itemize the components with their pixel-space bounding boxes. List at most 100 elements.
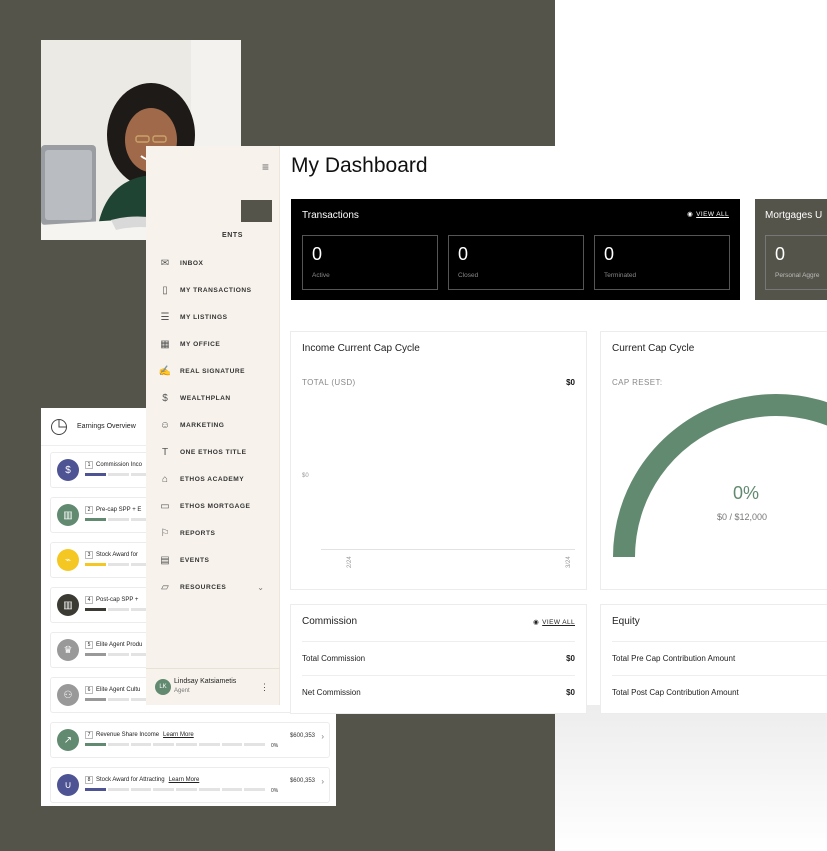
sidebar-item-ethos-mortgage[interactable]: ▭ ETHOS MORTGAGE xyxy=(159,497,279,515)
chevron-right-icon[interactable]: › xyxy=(321,777,324,786)
graduation-cap-icon: ⌂ xyxy=(161,473,169,485)
commission-row: Total Commission $0 xyxy=(302,641,575,675)
row-label: Net Commission xyxy=(302,688,361,697)
progress-bar xyxy=(85,743,265,746)
income-total-value: $0 xyxy=(566,378,575,387)
sidebar-item-wealthplan[interactable]: $ WEALTHPLAN xyxy=(159,389,279,407)
equity-card: Equity Total Pre Cap Contribution Amount… xyxy=(600,604,827,714)
transactions-active-box[interactable]: 0 Active xyxy=(302,235,438,290)
transactions-view-all-link[interactable]: ◉ VIEW ALL xyxy=(687,210,729,218)
mortgages-box[interactable]: 0 Personal Aggre xyxy=(765,235,827,290)
crown-icon: ♛ xyxy=(57,639,79,661)
mortgages-card: Mortgages U 0 Personal Aggre xyxy=(755,199,827,300)
folder-icon: ▱ xyxy=(161,581,169,593)
row-label: Total Post Cap Contribution Amount xyxy=(612,688,739,697)
progress-segment xyxy=(107,653,129,656)
commission-row: Net Commission $0 xyxy=(302,675,575,709)
income-total-label: TOTAL (USD) xyxy=(302,378,356,387)
trend-icon: ↗ xyxy=(57,729,79,751)
chart-icon: ▥ xyxy=(57,594,79,616)
sidebar-item-label: MY LISTINGS xyxy=(180,313,228,321)
mortgages-count: 0 xyxy=(775,244,786,264)
row-number: 3 xyxy=(85,551,93,559)
sidebar-item-events[interactable]: ▤ EVENTS xyxy=(159,551,279,569)
row-title: Revenue Share Income xyxy=(96,732,160,738)
earnings-row-label: 4 Post-cap SPP + xyxy=(85,596,142,604)
gauge-fill xyxy=(613,394,827,558)
progress-segment xyxy=(85,653,106,656)
sidebar-item-partial[interactable]: ENTS xyxy=(222,232,243,239)
sidebar-item-my-office[interactable]: ▦ MY OFFICE xyxy=(159,335,279,353)
sidebar-item-marketing[interactable]: ☺ MARKETING xyxy=(159,416,279,434)
income-title: Income Current Cap Cycle xyxy=(302,343,420,354)
sidebar-item-label: EVENTS xyxy=(180,556,210,564)
progress-segment xyxy=(130,743,152,746)
progress-segment xyxy=(107,698,129,701)
sidebar-item-inbox[interactable]: ✉ INBOX xyxy=(159,254,279,272)
title-icon: T xyxy=(161,446,169,458)
sidebar-item-ethos-academy[interactable]: ⌂ ETHOS ACADEMY xyxy=(159,470,279,488)
row-title: Elite Agent Produ xyxy=(96,642,143,648)
sidebar-item-real-signature[interactable]: ✍ REAL SIGNATURE xyxy=(159,362,279,380)
sidebar-item-my-transactions[interactable]: ▯ MY TRANSACTIONS xyxy=(159,281,279,299)
transactions-terminated-box[interactable]: 0 Terminated xyxy=(594,235,730,290)
earnings-row[interactable]: ↗ 7 Revenue Share Income Learn More 0% $600,3… xyxy=(50,722,330,758)
chevron-down-icon[interactable]: ⌄ xyxy=(257,583,264,592)
mortgages-title: Mortgages U xyxy=(765,210,823,221)
sidebar-item-label: WEALTHPLAN xyxy=(180,394,231,402)
inbox-icon: ✉ xyxy=(160,257,170,269)
terminated-label: Terminated xyxy=(604,272,637,279)
chevron-right-icon[interactable]: › xyxy=(321,732,324,741)
commission-view-all-link[interactable]: ◉ VIEW ALL xyxy=(533,618,575,626)
earnings-row[interactable]: ∪ 8 Stock Award for Attracting Learn More 0%… xyxy=(50,767,330,803)
progress-segment xyxy=(130,788,152,791)
eye-icon: ◉ xyxy=(687,211,694,218)
sidebar-item-reports[interactable]: ⚐ REPORTS xyxy=(159,524,279,542)
earnings-overview-title: Earnings Overview xyxy=(77,423,136,430)
active-label: Active xyxy=(312,272,330,279)
more-options-icon[interactable]: ⋮ xyxy=(260,682,269,693)
sidebar-item-label: ONE ETHOS TITLE xyxy=(180,448,247,456)
active-count: 0 xyxy=(312,244,323,264)
chart-icon: ▥ xyxy=(57,504,79,526)
learn-more-link[interactable]: Learn More xyxy=(169,777,200,783)
progress-segment xyxy=(176,788,197,791)
progress-segment xyxy=(85,473,106,476)
clipboard-icon: ▯ xyxy=(162,284,168,296)
sidebar-item-resources[interactable]: ▱ RESOURCES ⌄ xyxy=(159,578,279,596)
row-title: Stock Award for xyxy=(96,552,138,558)
calendar-icon: ▤ xyxy=(160,554,170,566)
progress-segment xyxy=(107,788,129,791)
progress-segment xyxy=(107,563,129,566)
row-number: 8 xyxy=(85,776,93,784)
view-all-label: VIEW ALL xyxy=(542,619,575,626)
magnet-icon: ∪ xyxy=(57,774,79,796)
transactions-card: Transactions ◉ VIEW ALL 0 Active 0 Closed… xyxy=(291,199,740,300)
badge-icon: ⚇ xyxy=(57,684,79,706)
earnings-row-label: 8 Stock Award for Attracting Learn More xyxy=(85,776,199,784)
progress-segment xyxy=(221,788,243,791)
learn-more-link[interactable]: Learn More xyxy=(163,732,194,738)
progress-segment xyxy=(85,608,106,611)
user-profile[interactable]: LK Lindsay Katsiametis Agent ⋮ xyxy=(146,668,280,705)
avatar: LK xyxy=(155,679,171,695)
income-card: Income Current Cap Cycle TOTAL (USD) $0 … xyxy=(290,331,587,590)
row-label: Total Pre Cap Contribution Amount xyxy=(612,654,736,663)
progress-segment xyxy=(153,743,174,746)
dollar-icon: $ xyxy=(57,459,79,481)
earnings-row-label: 3 Stock Award for xyxy=(85,551,142,559)
equity-row: Total Post Cap Contribution Amount xyxy=(612,675,827,709)
eye-icon: ◉ xyxy=(533,619,540,626)
progress-segment xyxy=(107,473,129,476)
progress-segment xyxy=(85,518,106,521)
progress-segment xyxy=(85,743,106,746)
row-title: Stock Award for Attracting xyxy=(96,777,165,783)
progress-segment xyxy=(85,563,106,566)
progress-segment xyxy=(107,608,129,611)
menu-toggle-icon[interactable]: ≡ xyxy=(262,160,269,174)
sidebar-item-one-ethos-title[interactable]: T ONE ETHOS TITLE xyxy=(159,443,279,461)
sidebar-item-my-listings[interactable]: ☰ MY LISTINGS xyxy=(159,308,279,326)
row-number: 7 xyxy=(85,731,93,739)
sidebar-item-label: ETHOS MORTGAGE xyxy=(180,502,251,510)
transactions-closed-box[interactable]: 0 Closed xyxy=(448,235,584,290)
